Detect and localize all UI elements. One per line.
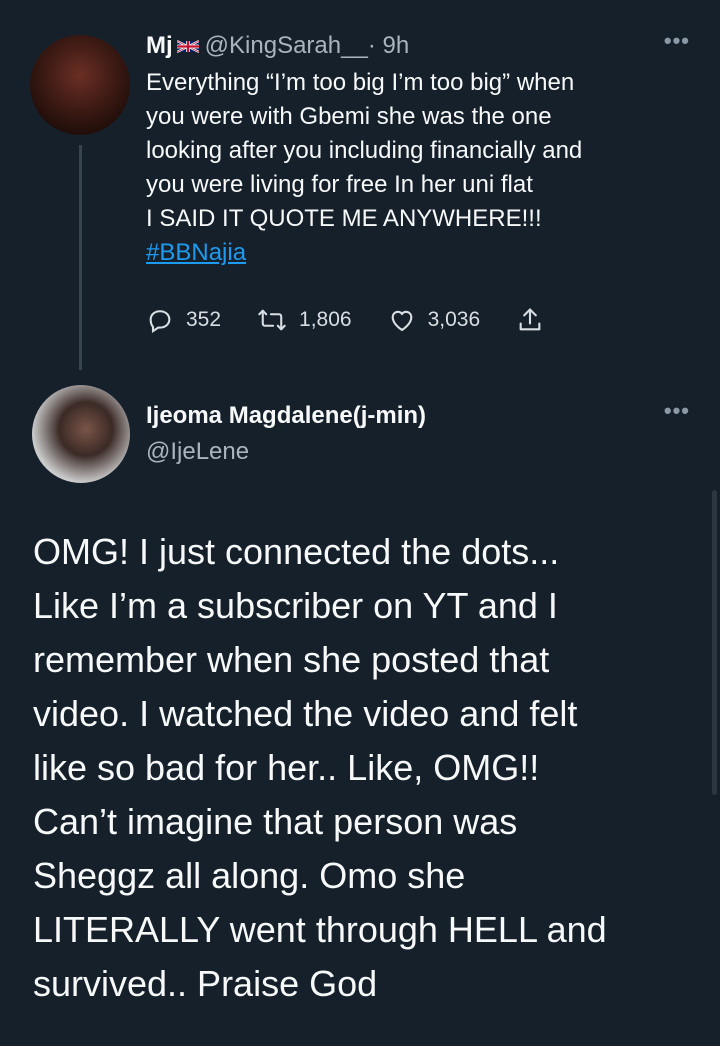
reply-button[interactable]: 352 (146, 306, 221, 334)
retweet-count: 1,806 (299, 308, 352, 331)
more-options-icon[interactable]: ••• (664, 398, 690, 424)
tweet1-line: I SAID IT QUOTE ME ANYWHERE!!! (146, 205, 542, 232)
avatar-ijelene[interactable] (32, 385, 130, 483)
tweet1-header: Mj @KingSarah__· 9h (146, 30, 409, 62)
heart-icon (391, 310, 412, 332)
tweet1-line: looking after you including financially … (146, 137, 583, 164)
reply-icon (149, 310, 171, 334)
tweet1-time[interactable]: · 9h (368, 32, 409, 59)
tweet1-line: Everything “I’m too big I’m too big” whe… (146, 69, 575, 96)
tweet2-handle[interactable]: @IjeLene (146, 438, 249, 466)
reply-count: 352 (186, 308, 222, 331)
share-icon (519, 308, 541, 331)
tweet2-line: like so bad for her.. Like, OMG!! (33, 747, 540, 788)
tweet2-line: Sheggz all along. Omo she (33, 855, 466, 896)
tweet2-line: LITERALLY went through HELL and (33, 909, 607, 950)
tweet1-line: you were with Gbemi she was the one (146, 103, 552, 130)
tweet1-actions: 352 1,806 3,036 (146, 302, 592, 338)
tweet1-line: you were living for free In her uni flat (146, 171, 533, 198)
scrollbar[interactable] (712, 490, 717, 795)
tweet2-text: OMG! I just connected the dots... Like I… (33, 525, 693, 1011)
avatar-kingsarah[interactable] (30, 35, 130, 135)
tweet2-line: survived.. Praise God (33, 963, 378, 1004)
tweet2-author-name[interactable]: Ijeoma Magdalene(j-min) (146, 402, 426, 430)
like-button[interactable]: 3,036 (388, 306, 481, 334)
tweet1-author-name[interactable]: Mj (146, 32, 173, 59)
tweet2-line: Can’t imagine that person was (33, 801, 518, 842)
tweet2-line: remember when she posted that (33, 639, 550, 680)
hashtag-link[interactable]: #BBNajia (146, 239, 246, 266)
tweet2-line: video. I watched the video and felt (33, 693, 578, 734)
tweet1-handle[interactable]: @KingSarah__ (205, 32, 368, 59)
share-button[interactable] (516, 306, 556, 334)
tweet1-text: Everything “I’m too big I’m too big” whe… (146, 66, 696, 270)
retweet-button[interactable]: 1,806 (257, 306, 352, 334)
more-options-icon[interactable]: ••• (664, 28, 690, 54)
like-count: 3,036 (427, 308, 481, 331)
tweet2-line: Like I’m a subscriber on YT and I (33, 585, 558, 626)
uk-flag-icon (176, 40, 199, 53)
thread-line (79, 145, 82, 370)
retweet-icon (258, 309, 286, 331)
tweet2-line: OMG! I just connected the dots... (33, 531, 560, 572)
